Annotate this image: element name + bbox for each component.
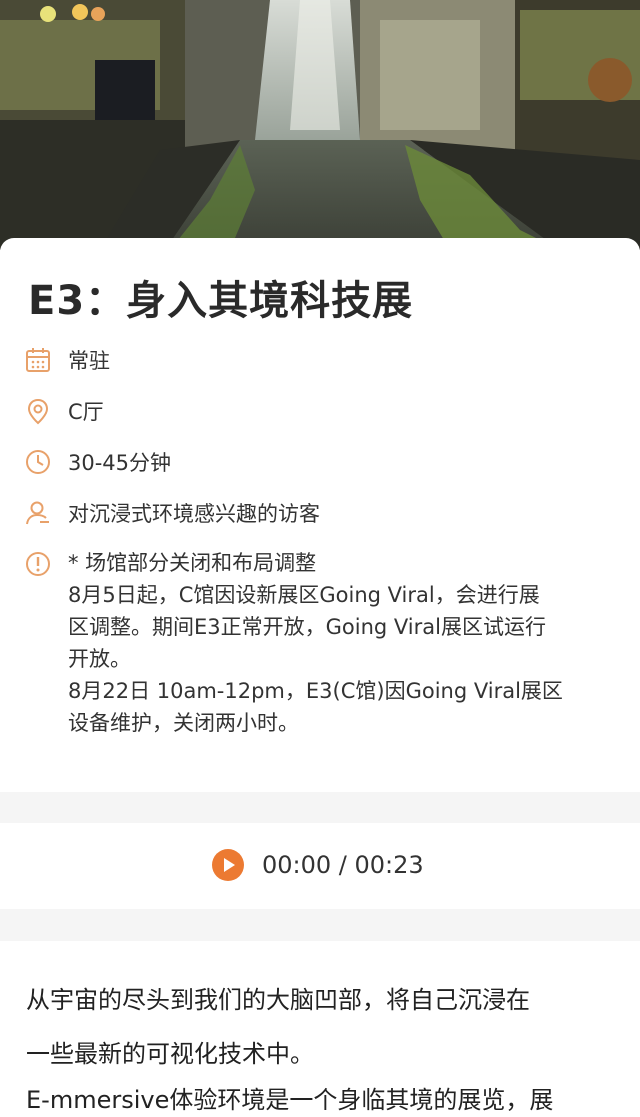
user-icon — [26, 501, 49, 525]
article-line: 从宇宙的尽头到我们的大脑凹部，将自己沉浸在 — [26, 986, 530, 1014]
duration-row: 30-45分钟 — [24, 448, 171, 478]
notice-row — [24, 550, 68, 578]
article-paragraph-2: E-mmersive体验环境是一个身临其境的展览，展 — [26, 1073, 616, 1117]
notice-line: 8月22日 10am-12pm，E3(C馆)因Going Viral展区 — [68, 679, 563, 703]
article-line: E-mmersive体验环境是一个身临其境的展览，展 — [26, 1086, 554, 1114]
duration-text: 30-45分钟 — [68, 451, 172, 475]
audience-row: 对沉浸式环境感兴趣的访客 — [24, 499, 320, 529]
warning-icon — [26, 552, 50, 576]
notice-line: 开放。 — [68, 647, 131, 671]
clock-icon — [26, 450, 50, 474]
audio-player: 00:00 / 00:23 — [0, 823, 640, 909]
notice-line: * 场馆部分关闭和布局调整 — [68, 551, 317, 575]
notice-text: * 场馆部分关闭和布局调整 8月5日起，C馆因设新展区Going Viral，会… — [68, 547, 618, 739]
schedule-text: 常驻 — [68, 349, 110, 373]
calendar-icon — [26, 348, 50, 372]
location-row: C厅 — [24, 397, 104, 427]
notice-line: 设备维护，关闭两小时。 — [68, 711, 299, 735]
article-body: 从宇宙的尽头到我们的大脑凹部，将自己沉浸在 一些最新的可视化技术中。 E-mme… — [0, 941, 640, 1117]
notice-line: 区调整。期间E3正常开放，Going Viral展区试运行 — [68, 615, 546, 639]
location-text: C厅 — [68, 400, 104, 424]
play-icon[interactable] — [212, 849, 244, 881]
event-title: E3：身入其境科技展 — [28, 278, 414, 324]
article-paragraph-1: 从宇宙的尽头到我们的大脑凹部，将自己沉浸在 一些最新的可视化技术中。 — [26, 973, 616, 1081]
audio-time: 00:00 / 00:23 — [262, 851, 424, 879]
audience-text: 对沉浸式环境感兴趣的访客 — [68, 502, 320, 526]
schedule-row: 常驻 — [24, 346, 110, 376]
hero-image — [0, 0, 640, 250]
notice-line: 8月5日起，C馆因设新展区Going Viral，会进行展 — [68, 583, 540, 607]
location-pin-icon — [27, 398, 49, 425]
